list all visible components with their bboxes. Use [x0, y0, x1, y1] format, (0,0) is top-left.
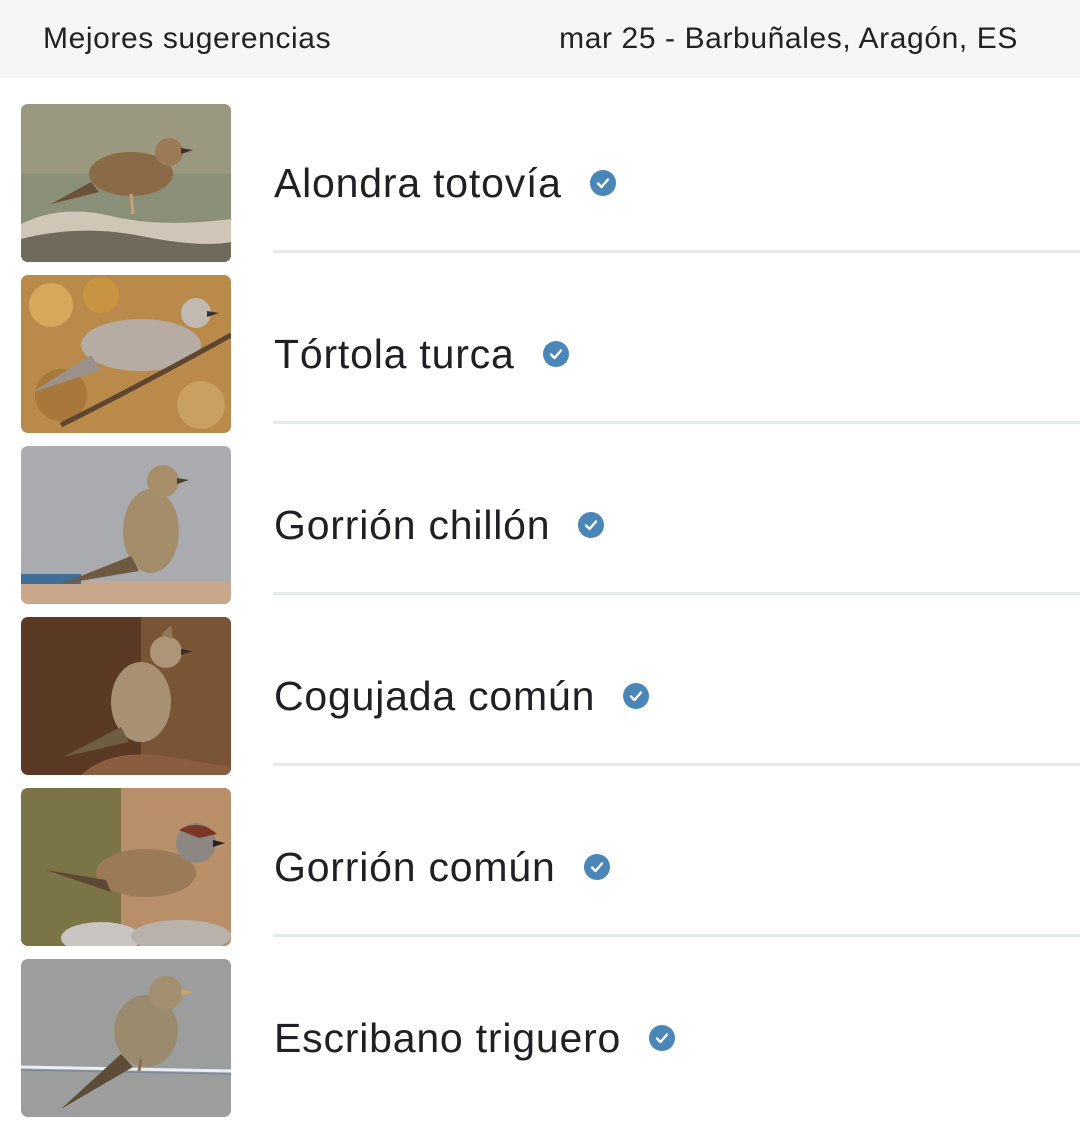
bird-photo — [21, 104, 231, 262]
suggestion-list: Alondra totovía Tórtola turca Gorrión ch… — [0, 78, 1080, 1117]
verified-check-icon — [623, 683, 650, 709]
species-name: Cogujada común — [274, 672, 596, 719]
list-item[interactable]: Tórtola turca — [0, 249, 1080, 433]
bird-photo — [21, 446, 231, 604]
list-item[interactable]: Alondra totovía — [0, 78, 1080, 262]
verified-check-icon — [578, 512, 605, 538]
date-location: mar 25 - Barbuñales, Aragón, ES — [559, 22, 1018, 55]
list-item[interactable]: Gorrión chillón — [0, 420, 1080, 604]
verified-check-icon — [649, 1025, 676, 1051]
list-item[interactable]: Gorrión común — [0, 762, 1080, 946]
species-name: Tórtola turca — [274, 330, 515, 377]
bird-photo — [21, 959, 231, 1117]
bird-photo — [21, 788, 231, 946]
section-title: Mejores sugerencias — [43, 22, 332, 55]
list-item[interactable]: Cogujada común — [0, 591, 1080, 775]
verified-check-icon — [589, 170, 616, 196]
verified-check-icon — [583, 854, 610, 880]
bird-photo — [21, 275, 231, 433]
species-name: Gorrión chillón — [274, 501, 551, 548]
species-name: Gorrión común — [274, 843, 556, 890]
verified-check-icon — [542, 341, 569, 367]
list-item[interactable]: Escribano triguero — [0, 933, 1080, 1117]
header-bar: Mejores sugerencias mar 25 - Barbuñales,… — [0, 0, 1080, 78]
bird-photo — [21, 617, 231, 775]
species-name: Escribano triguero — [274, 1014, 622, 1061]
species-name: Alondra totovía — [274, 159, 562, 206]
